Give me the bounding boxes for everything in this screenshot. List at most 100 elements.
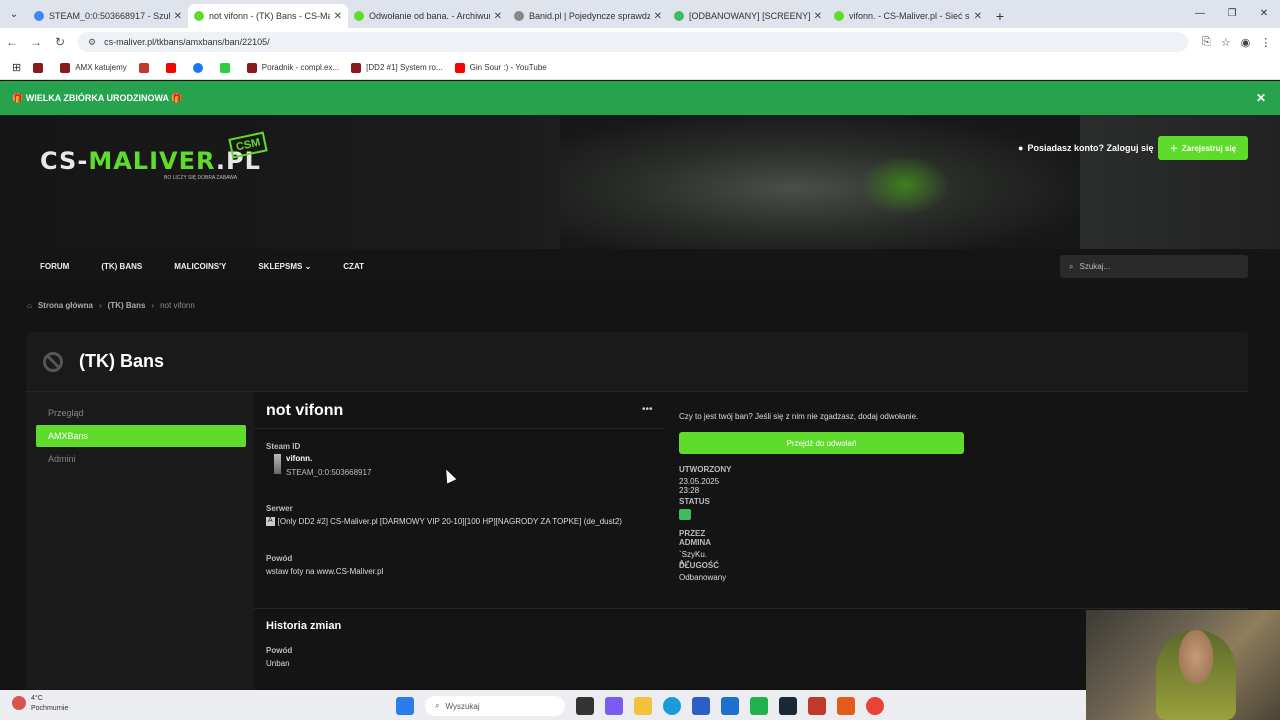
login-link[interactable]: ● Posiadasz konto? Zaloguj się: [1018, 143, 1153, 153]
sidebar-item-amxbans[interactable]: AMXBans: [36, 425, 246, 447]
browser-tab-6[interactable]: vifonn. - CS-Maliver.pl - Sieć se ✕: [828, 4, 988, 28]
file-explorer-icon[interactable]: [634, 697, 652, 715]
maximize-icon[interactable]: ❐: [1216, 0, 1248, 28]
back-icon[interactable]: ←: [0, 35, 24, 49]
steam-nick: vifonn.: [286, 454, 313, 463]
bookmark-item[interactable]: Poradnik - compl.ex...: [246, 62, 339, 73]
facebook-icon: [192, 62, 203, 73]
avatar: [274, 454, 281, 474]
app-red-icon[interactable]: [808, 697, 826, 715]
history-reason-value: Unban: [266, 659, 290, 668]
half-life-icon[interactable]: [837, 697, 855, 715]
reload-icon[interactable]: ↻: [48, 35, 72, 49]
history-block: Historia zmian Powód Unban: [266, 620, 341, 668]
announcement-banner: 🎁 WIELKA ZBIÓRKA URODZINOWA 🎁 ✕: [0, 81, 1280, 115]
nav-malicoins[interactable]: MALICOINS'Y: [158, 262, 242, 271]
bookmark-item[interactable]: [138, 62, 154, 73]
header-artwork: [560, 115, 1080, 249]
created-value: 23.05.2025 23:28: [679, 477, 720, 495]
bookmark-item[interactable]: [219, 62, 235, 73]
breadcrumb-tk-bans[interactable]: (TK) Bans: [108, 301, 146, 310]
chrome-icon[interactable]: [866, 697, 884, 715]
breadcrumb-home[interactable]: Strona główna: [38, 301, 93, 310]
youtube-icon: [454, 62, 465, 73]
kick-icon: [219, 62, 230, 73]
close-tab-icon[interactable]: ✕: [974, 11, 982, 22]
logo-tagline: BO LICZY SIĘ DOBRA ZABAWA: [164, 175, 238, 181]
appeal-button[interactable]: Przejdź do odwołań: [679, 432, 964, 454]
url-field[interactable]: ⚙ cs-maliver.pl/tkbans/amxbans/ban/22105/: [78, 32, 1188, 52]
logo-text: CS-MALIVER.PL: [40, 147, 261, 175]
add-user-icon: ＋: [1169, 143, 1178, 153]
forward-icon[interactable]: →: [24, 35, 48, 49]
nav-czat[interactable]: CZAT: [327, 262, 380, 271]
reason-block: Powód wstaw foty na www.CS-Maliver.pl: [266, 554, 383, 576]
more-options-icon[interactable]: •••: [642, 404, 653, 415]
start-icon[interactable]: [396, 697, 414, 715]
bookmark-item[interactable]: [165, 62, 181, 73]
bookmark-item[interactable]: Gin Sour :) - YouTube: [454, 62, 547, 73]
browser-tab-4[interactable]: Banid.pl | Pojedyncze sprawdza ✕: [508, 4, 668, 28]
copilot-icon[interactable]: [605, 697, 623, 715]
bookmark-item[interactable]: AMX katujemy: [60, 62, 127, 73]
divider: [254, 608, 1248, 609]
ban-title: not vifonn: [266, 402, 344, 419]
site-logo[interactable]: CS-MALIVER.PL CSM BO LICZY SIĘ DOBRA ZAB…: [40, 131, 280, 205]
close-banner-icon[interactable]: ✕: [1256, 91, 1266, 105]
created-label: UTWORZONY: [679, 465, 732, 474]
tab-bar: ⌄ STEAM_0:0:503668917 - Szukaj ✕ not vifo…: [0, 0, 1280, 28]
site-info-icon[interactable]: ⚙: [88, 37, 96, 48]
outlook-icon[interactable]: [721, 697, 739, 715]
length-value: Odbanowany: [679, 573, 727, 582]
bookmark-icon: [246, 62, 257, 73]
nav-sklepsms[interactable]: SKLEPSMS ⌄: [242, 262, 327, 271]
bans-panel: (TK) Bans Przegląd AMXBans Admini not vi…: [26, 332, 1248, 692]
new-tab-button[interactable]: +: [988, 4, 1012, 28]
bookmark-item[interactable]: [192, 62, 208, 73]
streamer-image: [1156, 630, 1236, 720]
site-header: CS-MALIVER.PL CSM BO LICZY SIĘ DOBRA ZAB…: [0, 115, 1280, 249]
sidebar-item-przeglad[interactable]: Przegląd: [36, 402, 246, 424]
install-icon[interactable]: ⎘: [1202, 36, 1211, 49]
bookmark-item[interactable]: [DD2 #1] System ro...: [351, 62, 443, 73]
steam-id-label: Steam ID: [266, 442, 301, 451]
menu-icon[interactable]: ⋮: [1260, 36, 1271, 49]
app-icon[interactable]: [750, 697, 768, 715]
panel-sidebar: Przegląd AMXBans Admini: [36, 402, 246, 471]
search-input[interactable]: ⌕ Szukaj...: [1060, 255, 1248, 278]
browser-tab-5[interactable]: [ODBANOWANY] [SCREENY] CS✕: [668, 4, 828, 28]
edge-icon[interactable]: [663, 697, 681, 715]
browser-tab-3[interactable]: Odwołanie od bana. - Archiwum ✕: [348, 4, 508, 28]
browser-tab-1[interactable]: STEAM_0:0:503668917 - Szukaj ✕: [28, 4, 188, 28]
close-tab-icon[interactable]: ✕: [494, 11, 502, 22]
tab-search-icon[interactable]: ⌄: [0, 0, 28, 28]
close-tab-icon[interactable]: ✕: [334, 11, 342, 22]
sidebar-item-admini[interactable]: Admini: [36, 448, 246, 470]
steam-id-block: Steam ID vifonn. STEAM_0:0:503668917: [266, 442, 371, 477]
bookmark-item[interactable]: [33, 62, 48, 73]
breadcrumb: ⌂ Strona główna › (TK) Bans › not vifonn: [27, 301, 195, 310]
register-button[interactable]: ＋ Zarejestruj się: [1158, 136, 1248, 160]
maliver-favicon-icon: [194, 11, 204, 21]
nav-forum[interactable]: FORUM: [0, 262, 85, 271]
close-tab-icon[interactable]: ✕: [654, 11, 662, 22]
weather-widget[interactable]: 4°C Pochmurnie: [12, 694, 68, 714]
apps-icon[interactable]: ⊞: [12, 61, 21, 74]
taskbar-search[interactable]: ⌕ Wyszukaj: [425, 696, 565, 716]
minimize-icon[interactable]: —: [1184, 0, 1216, 28]
page-title: (TK) Bans: [79, 351, 164, 371]
close-window-icon[interactable]: ✕: [1248, 0, 1280, 28]
bookmark-star-icon[interactable]: ☆: [1221, 36, 1231, 49]
task-view-icon[interactable]: [576, 697, 594, 715]
status-label: STATUS: [679, 497, 710, 506]
close-tab-icon[interactable]: ✕: [814, 11, 822, 22]
nav-tk-bans[interactable]: (TK) BANS: [85, 262, 158, 271]
browser-tab-2[interactable]: not vifonn - (TK) Bans - CS-Mal ✕: [188, 4, 348, 28]
profile-icon[interactable]: ◉: [1241, 36, 1251, 49]
bookmarks-bar: ⊞ AMX katujemy Poradnik - compl.ex... [D…: [0, 56, 1280, 80]
steam-icon[interactable]: [779, 697, 797, 715]
store-icon[interactable]: [692, 697, 710, 715]
weather-text: Pochmurnie: [31, 705, 69, 712]
close-tab-icon[interactable]: ✕: [174, 11, 182, 22]
search-icon: ⌕: [1069, 261, 1074, 271]
